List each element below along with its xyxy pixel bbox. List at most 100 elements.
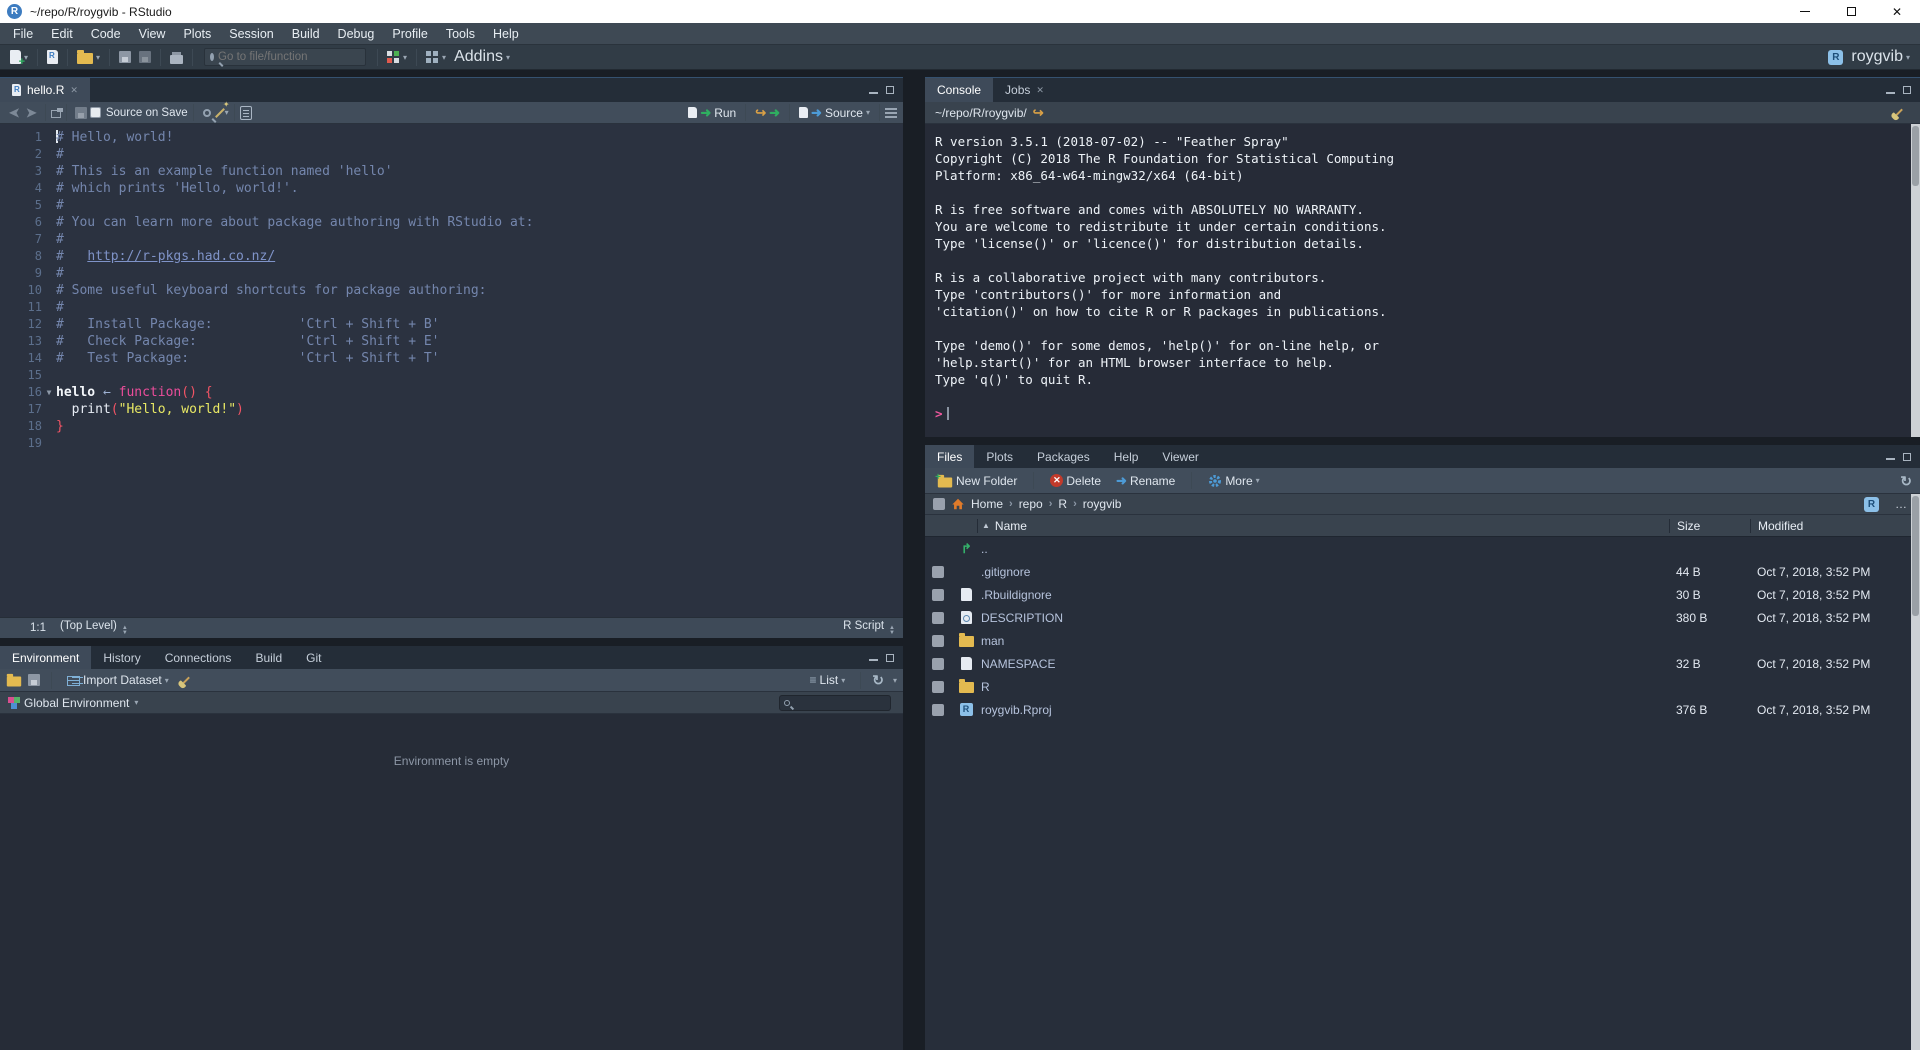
- minimize-pane-icon[interactable]: [1886, 458, 1895, 460]
- clear-console-icon[interactable]: [1895, 109, 1903, 117]
- maximize-pane-icon[interactable]: [886, 654, 894, 662]
- menu-view[interactable]: View: [130, 23, 175, 45]
- console-output[interactable]: R version 3.5.1 (2018-07-02) -- "Feather…: [925, 124, 1920, 437]
- project-menu-button[interactable]: R roygvib ▾: [1824, 46, 1914, 68]
- row-checkbox[interactable]: [932, 566, 944, 578]
- breadcrumb-r[interactable]: R: [1058, 497, 1067, 511]
- home-icon[interactable]: [951, 497, 965, 511]
- column-header-name[interactable]: ▲ Name: [977, 519, 1669, 533]
- back-icon[interactable]: ➤: [9, 105, 20, 121]
- file-name[interactable]: NAMESPACE: [981, 657, 1669, 671]
- delete-button[interactable]: ✕ Delete: [1046, 470, 1105, 492]
- menu-plots[interactable]: Plots: [174, 23, 220, 45]
- document-outline-icon[interactable]: [885, 108, 897, 110]
- tab-files-help[interactable]: Help: [1102, 445, 1151, 468]
- tab-env-environment[interactable]: Environment: [0, 646, 91, 669]
- fold-arrow-icon[interactable]: ▼: [42, 384, 56, 401]
- menu-tools[interactable]: Tools: [437, 23, 484, 45]
- refresh-icon[interactable]: ↻: [1900, 474, 1912, 488]
- breadcrumb-repo[interactable]: repo: [1019, 497, 1043, 511]
- minimize-button[interactable]: [1782, 0, 1828, 23]
- row-checkbox[interactable]: [932, 704, 944, 716]
- source-on-save-checkbox[interactable]: [90, 107, 101, 118]
- file-name[interactable]: ..: [981, 542, 1669, 556]
- code-editor[interactable]: 1# Hello, world!2#3# This is an example …: [0, 124, 903, 617]
- environment-search-input[interactable]: [793, 697, 886, 709]
- row-checkbox[interactable]: [932, 681, 944, 693]
- file-name[interactable]: man: [981, 634, 1669, 648]
- rerun-button[interactable]: ↪ ➜: [751, 102, 784, 124]
- maximize-pane-icon[interactable]: [1903, 453, 1911, 461]
- popout-icon[interactable]: [51, 110, 61, 118]
- load-workspace-icon[interactable]: [7, 677, 21, 687]
- files-scrollbar[interactable]: [1911, 494, 1920, 1050]
- open-file-button[interactable]: ▾: [73, 46, 104, 68]
- tab-files-plots[interactable]: Plots: [974, 445, 1025, 468]
- addins-button[interactable]: Addins▾: [450, 46, 514, 68]
- environment-search[interactable]: [779, 695, 891, 711]
- table-row[interactable]: DESCRIPTION380 BOct 7, 2018, 3:52 PM: [925, 606, 1920, 629]
- minimize-pane-icon[interactable]: [869, 92, 878, 94]
- close-tab-icon[interactable]: ✕: [1036, 85, 1044, 96]
- tab-env-history[interactable]: History: [91, 646, 152, 669]
- new-file-button[interactable]: ▾: [6, 46, 32, 68]
- tab-env-build[interactable]: Build: [243, 646, 294, 669]
- new-folder-button[interactable]: New Folder: [933, 470, 1021, 492]
- tab-console-jobs[interactable]: Jobs✕: [993, 78, 1056, 102]
- goto-file-search[interactable]: [204, 48, 366, 66]
- table-row[interactable]: ↰..: [925, 537, 1920, 560]
- workspace-panes-button[interactable]: ▾: [422, 46, 450, 68]
- save-button[interactable]: [115, 46, 135, 68]
- menu-help[interactable]: Help: [484, 23, 528, 45]
- row-checkbox[interactable]: [932, 589, 944, 601]
- tab-files-viewer[interactable]: Viewer: [1150, 445, 1210, 468]
- table-row[interactable]: Rroygvib.Rproj376 BOct 7, 2018, 3:52 PM: [925, 698, 1920, 721]
- file-name[interactable]: .gitignore: [981, 565, 1669, 579]
- menu-file[interactable]: File: [4, 23, 42, 45]
- menu-session[interactable]: Session: [220, 23, 282, 45]
- rename-button[interactable]: ➜ Rename: [1112, 470, 1179, 492]
- compile-report-icon[interactable]: [240, 106, 252, 120]
- scrollbar-thumb[interactable]: [1912, 126, 1919, 186]
- tab-hello-r[interactable]: hello.R ✕: [0, 78, 90, 102]
- select-all-checkbox[interactable]: [933, 498, 945, 510]
- table-row[interactable]: .Rbuildignore30 BOct 7, 2018, 3:52 PM: [925, 583, 1920, 606]
- maximize-pane-icon[interactable]: [886, 86, 894, 94]
- close-tab-icon[interactable]: ✕: [70, 85, 78, 96]
- row-checkbox[interactable]: [932, 612, 944, 624]
- tab-env-git[interactable]: Git: [294, 646, 333, 669]
- column-header-size[interactable]: Size: [1669, 519, 1750, 533]
- row-checkbox[interactable]: [932, 635, 944, 647]
- tab-files-files[interactable]: Files: [925, 445, 974, 468]
- menu-build[interactable]: Build: [283, 23, 329, 45]
- redirect-arrow-icon[interactable]: ↪: [1033, 105, 1044, 121]
- minimize-pane-icon[interactable]: [869, 659, 878, 661]
- list-view-button[interactable]: ≡ List ▾: [806, 669, 850, 691]
- code-tools-icon[interactable]: [215, 108, 225, 118]
- column-header-modified[interactable]: Modified: [1750, 519, 1920, 533]
- scope-selector[interactable]: (Top Level)▲▼: [60, 620, 128, 636]
- menu-profile[interactable]: Profile: [383, 23, 436, 45]
- new-project-button[interactable]: [43, 46, 62, 68]
- table-row[interactable]: .gitignore44 BOct 7, 2018, 3:52 PM: [925, 560, 1920, 583]
- breadcrumb-home[interactable]: Home: [971, 497, 1003, 511]
- environment-scope-label[interactable]: Global Environment: [24, 696, 129, 710]
- find-replace-icon[interactable]: [203, 109, 211, 117]
- console-scrollbar[interactable]: [1911, 124, 1920, 437]
- minimize-pane-icon[interactable]: [1886, 92, 1895, 94]
- table-row[interactable]: NAMESPACE32 BOct 7, 2018, 3:52 PM: [925, 652, 1920, 675]
- tab-files-packages[interactable]: Packages: [1025, 445, 1102, 468]
- table-row[interactable]: man: [925, 629, 1920, 652]
- tab-console-console[interactable]: Console: [925, 78, 993, 102]
- restore-button[interactable]: [1828, 0, 1874, 23]
- save-icon[interactable]: [75, 107, 87, 119]
- save-all-button[interactable]: [135, 46, 155, 68]
- print-button[interactable]: [166, 46, 187, 68]
- menu-edit[interactable]: Edit: [42, 23, 82, 45]
- go-to-directory-button[interactable]: …: [1895, 497, 1908, 511]
- menu-code[interactable]: Code: [82, 23, 130, 45]
- clear-environment-icon[interactable]: [182, 676, 190, 684]
- more-button[interactable]: More ▾: [1204, 470, 1263, 492]
- maximize-pane-icon[interactable]: [1903, 86, 1911, 94]
- menu-debug[interactable]: Debug: [329, 23, 384, 45]
